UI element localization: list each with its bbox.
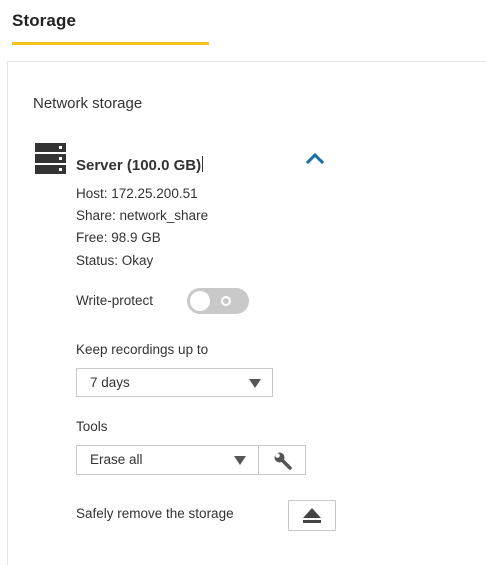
share-info: Share: network_share [76, 208, 209, 223]
keep-recordings-label: Keep recordings up to [76, 342, 209, 357]
tools-select[interactable]: Erase all [76, 445, 259, 475]
run-tool-button[interactable] [258, 445, 306, 475]
wrench-icon [273, 451, 292, 470]
text-cursor [202, 156, 204, 172]
server-stack-icon [35, 143, 66, 174]
section-title: Network storage [33, 95, 143, 112]
eject-icon [303, 508, 321, 523]
eject-button[interactable] [288, 500, 336, 531]
dropdown-arrow-icon [234, 456, 246, 465]
write-protect-toggle[interactable] [187, 288, 249, 314]
storage-tab-header: Storage [0, 0, 486, 62]
server-name[interactable]: Server (100.0 GB) [76, 156, 204, 174]
safely-remove-label: Safely remove the storage [76, 506, 234, 521]
tools-value: Erase all [90, 452, 143, 467]
server-name-text: Server (100.0 GB) [76, 157, 202, 174]
host-info: Host: 172.25.200.51 [76, 186, 198, 201]
dropdown-arrow-icon [249, 379, 261, 388]
free-info: Free: 98.9 GB [76, 230, 161, 245]
active-tab-underline [12, 42, 209, 45]
tools-label: Tools [76, 419, 108, 434]
keep-recordings-select[interactable]: 7 days [76, 368, 273, 397]
toggle-off-indicator-icon [221, 296, 231, 306]
keep-recordings-value: 7 days [90, 375, 130, 390]
storage-panel: Network storage Server (100.0 GB) Host: … [7, 61, 486, 565]
page-title: Storage [12, 11, 76, 30]
write-protect-label: Write-protect [76, 293, 154, 308]
toggle-knob [190, 291, 210, 311]
chevron-up-icon[interactable] [304, 148, 326, 168]
status-info: Status: Okay [76, 253, 154, 268]
